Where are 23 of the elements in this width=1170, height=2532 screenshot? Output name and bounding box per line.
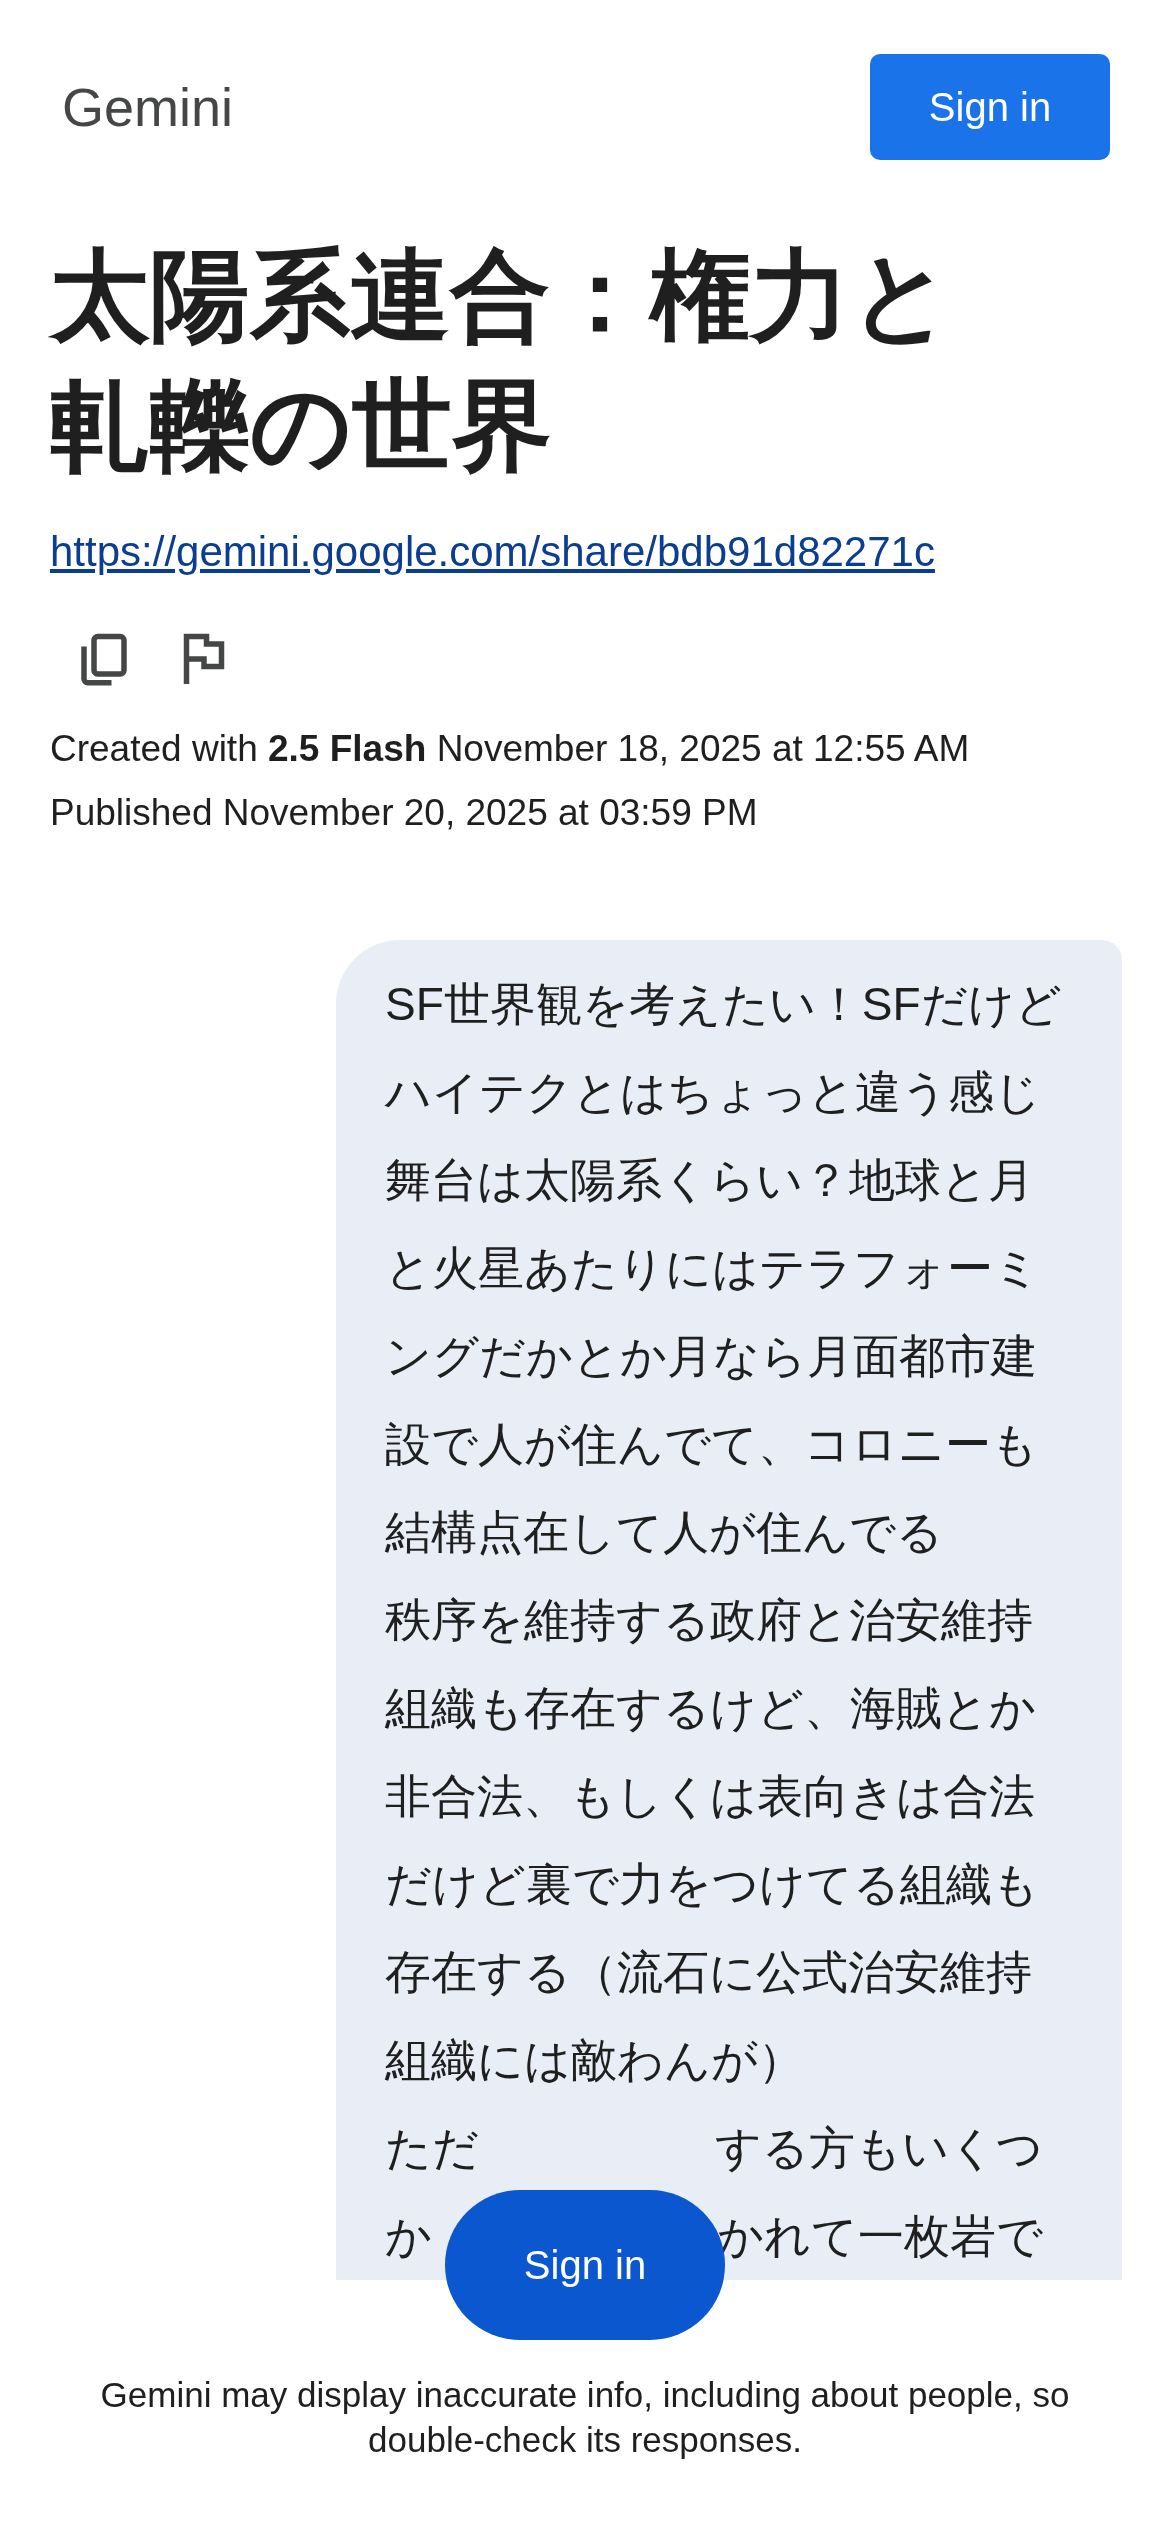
message-text: 結構点在して人が住んでる [385,1505,943,1560]
message-text: SF世界観を考えたい！SFだけど [385,977,1062,1032]
message-text: ングだかとか月なら月面都市建 [385,1329,1037,1384]
published-info: Published November 20, 2025 at 03:59 PM [50,790,759,835]
message-text: 組織には敵わんが） [385,2033,804,2088]
message-text: 設で人が住んでて、コロニーも [385,1417,1038,1472]
page-title: 太陽系連合：権力と軋轢の世界 [50,238,953,483]
sign-in-button[interactable]: Sign in [870,54,1110,160]
message-text: 組織も存在するけど、海賊とか [385,1681,1036,1736]
message-text: 存在する（流石に公式治安維持 [385,1945,1032,2000]
logo: Gemini [62,75,234,139]
message-text: だけど裏で力をつけてる組織も [385,1857,1039,1912]
message-text: ハイテクとはちょっと違う感じ [385,1065,1041,1120]
message-text: ただ [385,2121,479,2176]
message-text: する方もいくつ [714,2121,1043,2176]
created-info: Created with 2.5 Flash November 18, 2025 at 12:55 AM [50,727,971,771]
message-text: 秩序を維持する政府と治安維持 [385,1593,1033,1648]
disclaimer: Gemini may display inaccurate info, including about people, so double-check its responses. [99,2374,1071,2461]
message-text: と火星あたりにはテラフォーミ [385,1241,1040,1296]
message-text: 舞台は太陽系くらい？地球と月 [385,1153,1034,1208]
message-text: 非合法、もしくは表向きは合法 [385,1769,1035,1824]
message-text: か [385,2209,432,2264]
share-link[interactable]: https://gemini.google.com/share/bdb91d82271c [50,520,935,583]
